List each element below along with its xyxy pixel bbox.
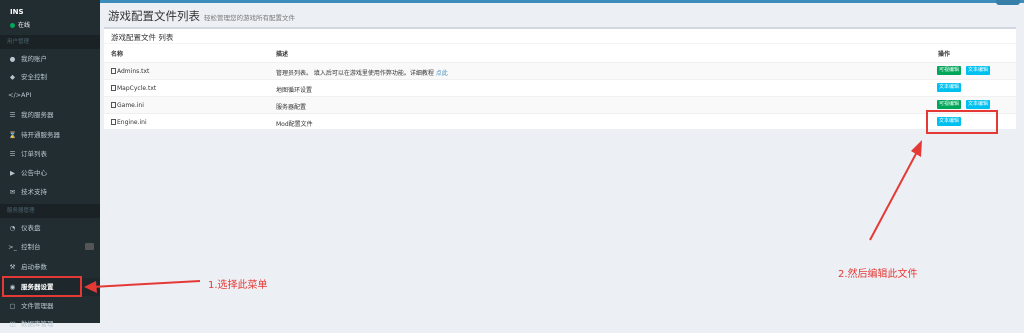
arrow-to-file <box>869 140 922 241</box>
annotation-step2: 2.然后编辑此文件 <box>838 269 918 280</box>
annotation-step1: 1.选择此菜单 <box>208 280 268 291</box>
arrow-to-menu <box>84 280 201 293</box>
